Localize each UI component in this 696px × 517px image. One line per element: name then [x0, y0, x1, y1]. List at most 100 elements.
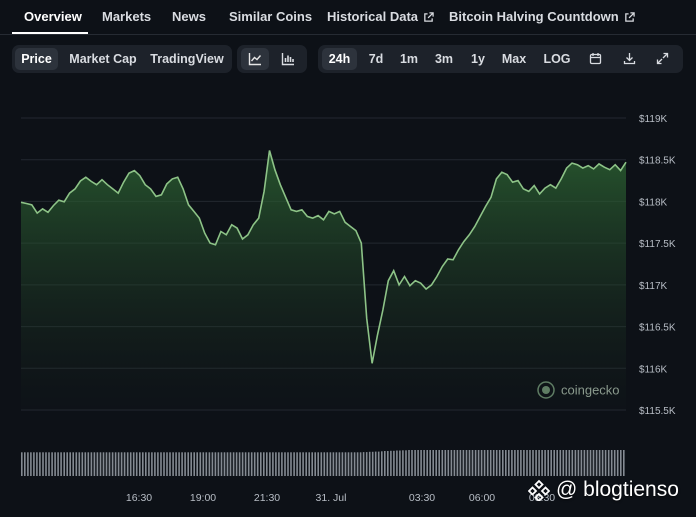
volume-bar: [196, 452, 198, 476]
tab-label: Bitcoin Halving Countdown: [449, 9, 619, 24]
volume-bar: [529, 450, 531, 476]
bar-chart-icon: [281, 53, 294, 66]
volume-bar: [187, 452, 189, 476]
volume-bar: [238, 452, 241, 476]
line-chart-button[interactable]: [241, 48, 269, 70]
volume-bar: [232, 452, 235, 476]
volume-bar: [120, 452, 123, 476]
tab-bitcoin-halving-countdown[interactable]: Bitcoin Halving Countdown: [449, 0, 635, 34]
volume-bar: [75, 452, 78, 476]
y-tick-label: $117K: [639, 281, 668, 292]
tab-news[interactable]: News: [172, 0, 206, 34]
volume-bar: [84, 452, 87, 476]
volume-bar: [181, 452, 183, 476]
tab-overview[interactable]: Overview: [24, 0, 82, 34]
volume-bar: [314, 452, 316, 476]
volume-bar: [256, 452, 259, 476]
calendar-icon: [589, 53, 601, 65]
volume-bar: [21, 452, 23, 476]
volume-bar: [604, 450, 607, 476]
volume-bar: [190, 452, 192, 476]
volume-bar: [571, 450, 574, 476]
price-chart[interactable]: $119K $118.5K $118K $117.5K $117K $116.5K $116…: [0, 80, 696, 517]
volume-bar: [275, 452, 277, 476]
range-24h-button[interactable]: 24h: [322, 48, 357, 70]
volume-bar: [610, 450, 613, 476]
volume-bar: [229, 452, 232, 476]
volume-bar: [514, 450, 516, 476]
volume-bar: [184, 452, 186, 476]
fullscreen-button[interactable]: [649, 48, 675, 70]
volume-bar: [90, 452, 93, 476]
volume-bar: [93, 452, 96, 476]
volume-bar: [405, 450, 407, 476]
tab-similar-coins[interactable]: Similar Coins: [229, 0, 312, 34]
volume-bar: [175, 452, 177, 476]
volume-bar: [508, 450, 510, 476]
volume-bar: [399, 450, 401, 476]
range-1y-button[interactable]: 1y: [465, 48, 491, 70]
volume-bar: [426, 450, 428, 476]
tab-historical-data[interactable]: Historical Data: [327, 0, 434, 34]
volume-bar: [87, 452, 90, 476]
volume-bar: [114, 452, 117, 476]
volume-bar: [480, 450, 483, 476]
y-tick-label: $117.5K: [639, 239, 676, 250]
volume-bar: [69, 452, 71, 476]
volume-bar: [302, 452, 304, 476]
volume-bar: [620, 450, 622, 476]
volume-bars: [21, 450, 625, 476]
market-cap-button[interactable]: Market Cap: [64, 48, 142, 70]
volume-bar: [163, 452, 165, 476]
volume-bar: [299, 452, 301, 476]
volume-bar: [553, 450, 555, 476]
bar-chart-button[interactable]: [274, 48, 302, 70]
volume-bar: [547, 450, 549, 476]
volume-bar: [66, 452, 68, 476]
volume-bar: [374, 451, 377, 476]
volume-bar: [580, 450, 583, 476]
volume-bar: [241, 452, 244, 476]
volume-bar: [459, 450, 462, 476]
volume-bar: [305, 452, 307, 476]
expand-icon: [656, 52, 668, 65]
volume-bar: [211, 452, 214, 476]
volume-bar: [438, 450, 440, 476]
volume-bar: [81, 452, 84, 476]
volume-bar: [72, 452, 74, 476]
y-tick-label: $118.5K: [639, 156, 676, 167]
volume-bar: [105, 452, 108, 476]
volume-bar: [332, 452, 335, 476]
volume-bar: [45, 452, 47, 476]
volume-bar: [586, 450, 589, 476]
volume-bar: [471, 450, 474, 476]
tab-markets[interactable]: Markets: [102, 0, 151, 34]
range-1m-button[interactable]: 1m: [395, 48, 423, 70]
volume-bar: [126, 452, 129, 476]
tradingview-button[interactable]: TradingView: [146, 48, 228, 70]
volume-bar: [202, 452, 205, 476]
volume-bar: [247, 452, 250, 476]
price-button[interactable]: Price: [15, 48, 58, 70]
range-max-button[interactable]: Max: [498, 48, 530, 70]
volume-bar: [199, 452, 202, 476]
y-tick-label: $115.5K: [639, 406, 676, 417]
calendar-button[interactable]: [582, 48, 608, 70]
volume-bar: [220, 452, 223, 476]
range-3m-button[interactable]: 3m: [429, 48, 459, 70]
volume-bar: [441, 450, 444, 476]
volume-bar: [347, 452, 350, 476]
volume-bar: [613, 450, 616, 476]
volume-bar: [296, 452, 298, 476]
volume-bar: [317, 452, 319, 476]
volume-bar: [462, 450, 465, 476]
download-button[interactable]: [616, 48, 642, 70]
range-7d-button[interactable]: 7d: [362, 48, 390, 70]
volume-bar: [365, 452, 368, 476]
volume-bar: [414, 450, 416, 476]
volume-bar: [235, 452, 238, 476]
volume-bar: [411, 450, 413, 476]
time-range-group: 24h 7d 1m 3m 1y Max LOG: [318, 45, 683, 73]
log-scale-button[interactable]: LOG: [539, 48, 575, 70]
volume-bar: [30, 452, 32, 476]
